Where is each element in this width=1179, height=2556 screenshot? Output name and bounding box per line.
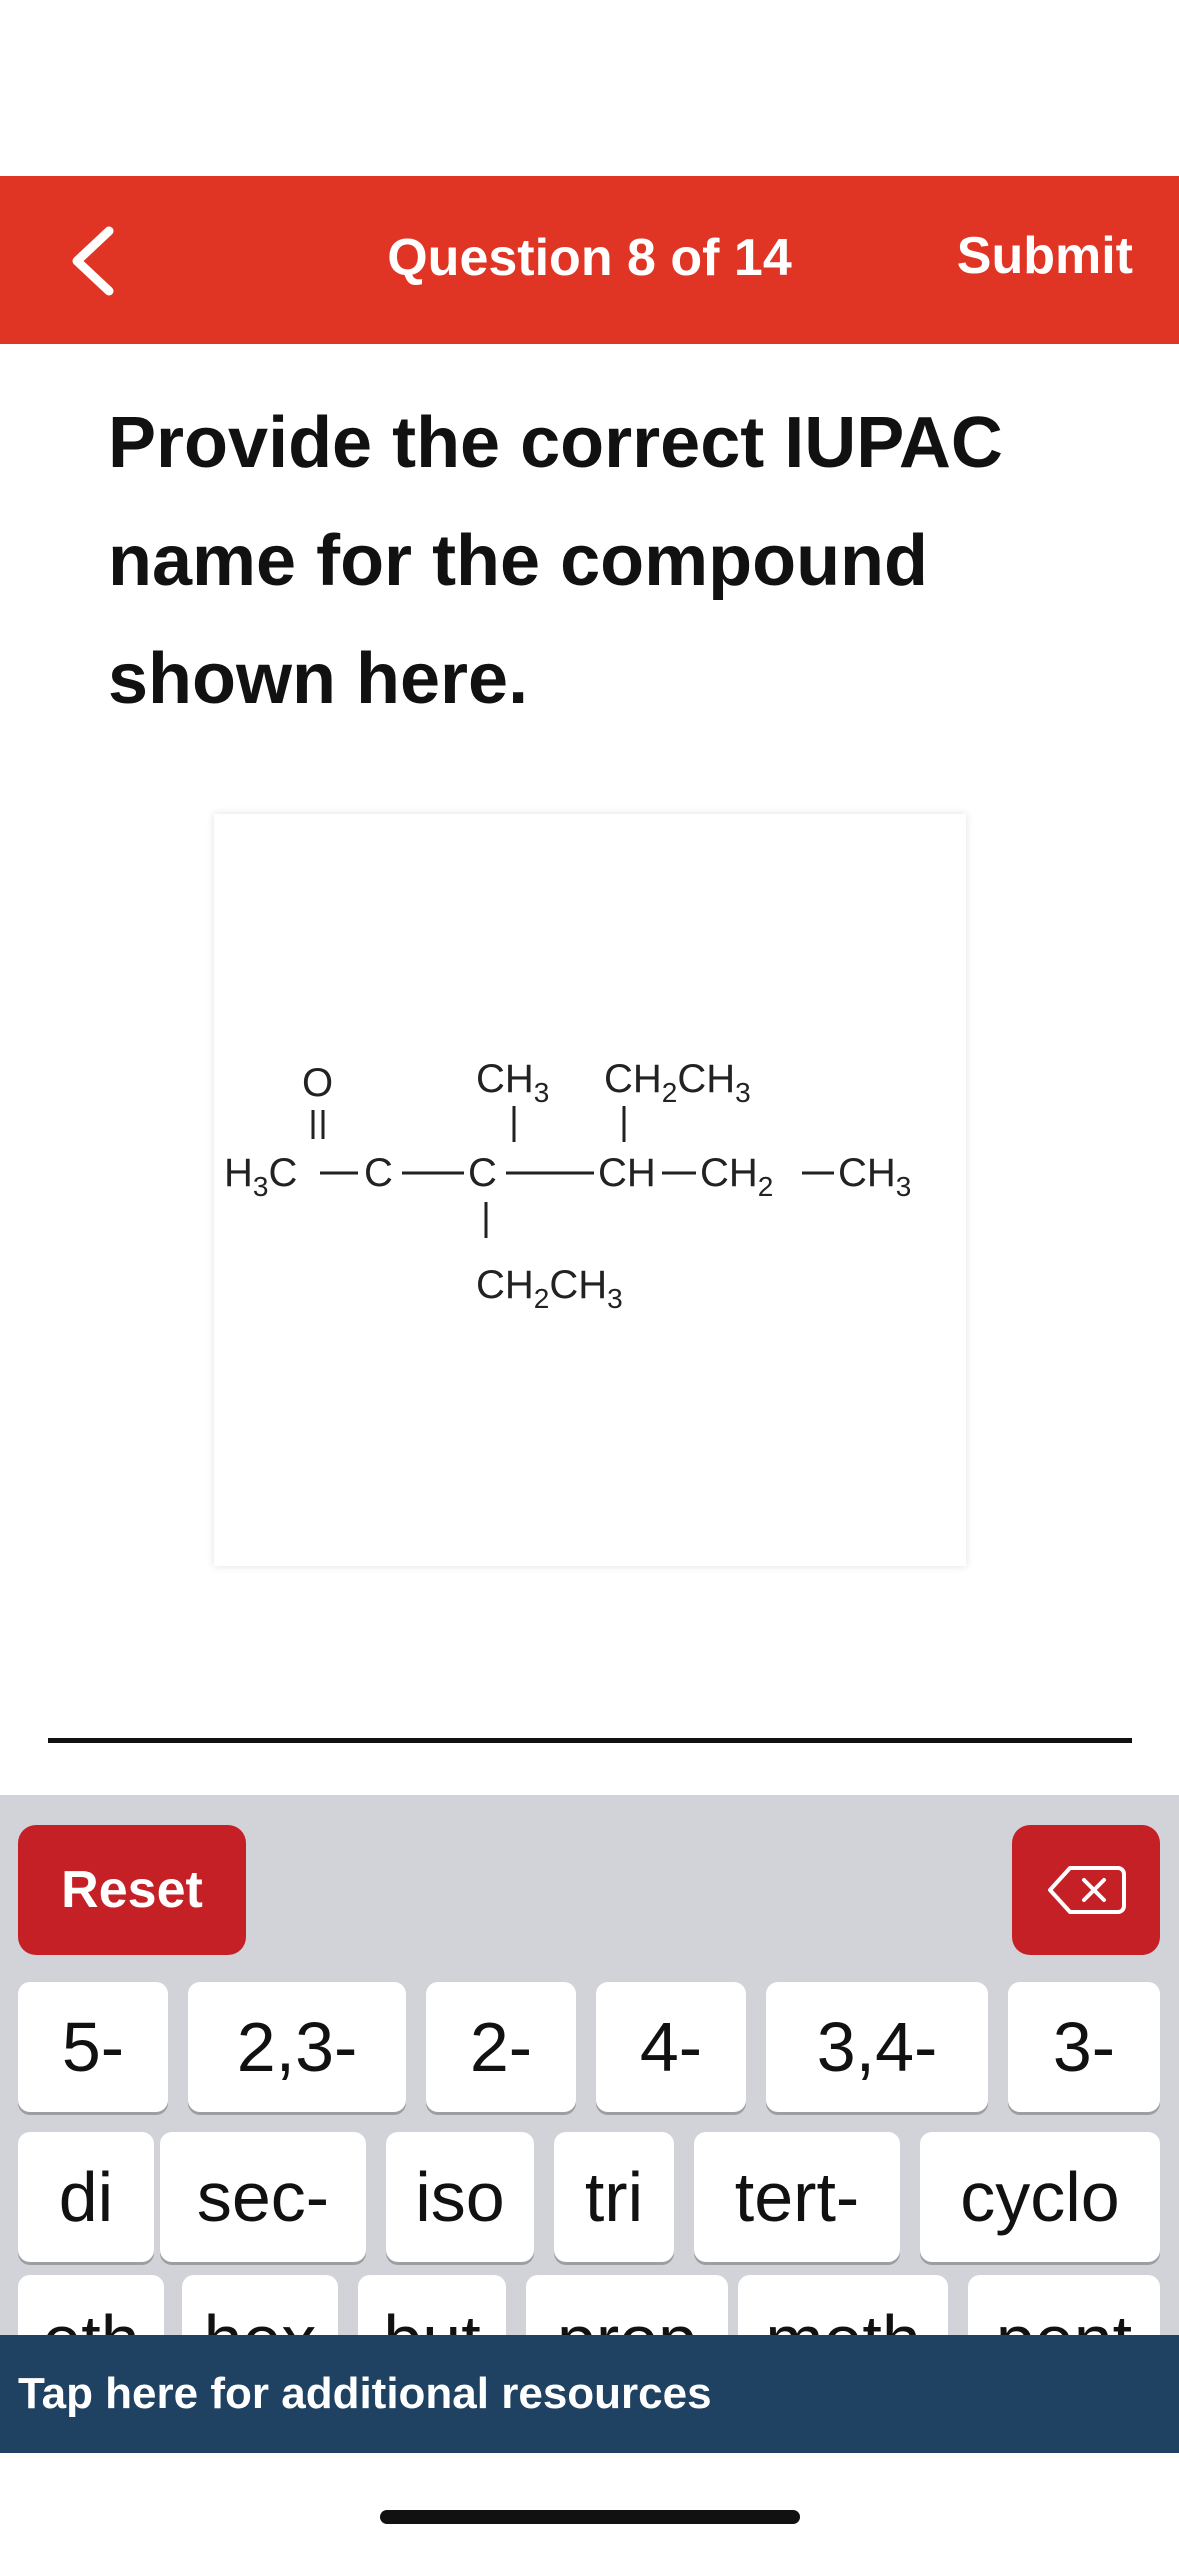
header-bar: Question 8 of 14 Submit bbox=[0, 176, 1179, 344]
key-hex[interactable]: hex bbox=[182, 2275, 338, 2335]
ch-label: CH bbox=[598, 1151, 656, 1195]
key-iso[interactable]: iso bbox=[386, 2132, 534, 2262]
ethyl-top-label: CH2CH3 bbox=[604, 1057, 751, 1108]
additional-resources-button[interactable]: Tap here for additional resources bbox=[0, 2335, 1179, 2453]
key-pent[interactable]: pent bbox=[968, 2275, 1160, 2335]
key-sec[interactable]: sec- bbox=[160, 2132, 366, 2262]
reset-button[interactable]: Reset bbox=[18, 1825, 246, 1955]
answer-keyboard: Reset 5- 2,3- 2- 4- 3,4- 3- di sec- iso … bbox=[0, 1795, 1179, 2335]
oxygen-label: O bbox=[302, 1061, 333, 1105]
key-3[interactable]: 3- bbox=[1008, 1982, 1160, 2112]
backspace-icon bbox=[1048, 1866, 1126, 1914]
key-tert[interactable]: tert- bbox=[694, 2132, 900, 2262]
key-di[interactable]: di bbox=[18, 2132, 154, 2262]
terminal-ch3-label: CH3 bbox=[838, 1151, 911, 1202]
key-5[interactable]: 5- bbox=[18, 1982, 168, 2112]
delete-button[interactable] bbox=[1012, 1825, 1160, 1955]
question-text: Provide the correct IUPAC name for the c… bbox=[108, 403, 1003, 719]
answer-line bbox=[48, 1738, 1132, 1743]
methyl-top-label: CH3 bbox=[476, 1057, 549, 1108]
key-eth[interactable]: eth bbox=[18, 2275, 164, 2335]
h3c-label: H3C bbox=[224, 1151, 297, 1202]
ch2-label: CH2 bbox=[700, 1151, 773, 1202]
key-cyclo[interactable]: cyclo bbox=[920, 2132, 1160, 2262]
key-4[interactable]: 4- bbox=[596, 1982, 746, 2112]
key-meth[interactable]: meth bbox=[738, 2275, 948, 2335]
quaternary-carbon-label: C bbox=[468, 1151, 497, 1195]
home-indicator bbox=[380, 2510, 800, 2524]
key-but[interactable]: but bbox=[358, 2275, 506, 2335]
compound-structure: O CH3 CH2CH3 H3C C C CH CH2 CH3 CH2CH3 bbox=[214, 814, 966, 1566]
key-3-4[interactable]: 3,4- bbox=[766, 1982, 988, 2112]
ethyl-bottom-label: CH2CH3 bbox=[476, 1263, 623, 1314]
carbonyl-carbon-label: C bbox=[364, 1151, 393, 1195]
key-prop[interactable]: prop bbox=[526, 2275, 728, 2335]
key-2-3[interactable]: 2,3- bbox=[188, 1982, 406, 2112]
key-tri[interactable]: tri bbox=[554, 2132, 674, 2262]
key-2[interactable]: 2- bbox=[426, 1982, 576, 2112]
submit-button[interactable]: Submit bbox=[957, 226, 1133, 286]
